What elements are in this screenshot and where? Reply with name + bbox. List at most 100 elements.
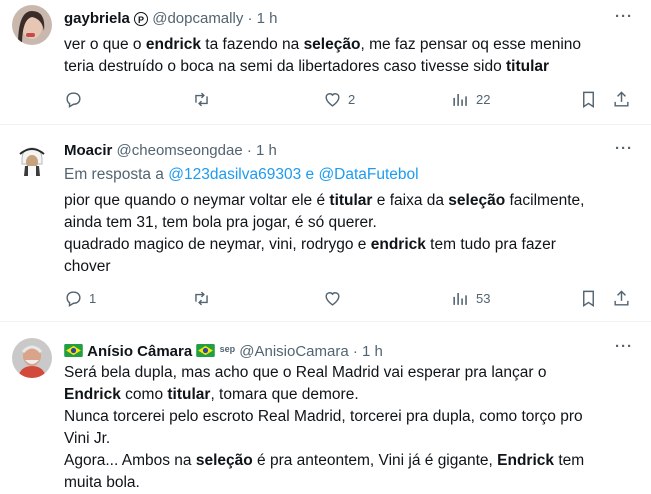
highlighted-keyword: Endrick — [497, 452, 555, 469]
avatar[interactable] — [12, 142, 52, 182]
bookmark-button[interactable] — [579, 289, 598, 308]
timestamp[interactable]: 1 h — [362, 343, 383, 360]
text-segment: muita bola. — [64, 474, 140, 491]
views-count: 22 — [476, 92, 491, 107]
reply-and: e — [301, 166, 319, 183]
tweet-actions: 2 22 — [64, 90, 634, 112]
text-segment: tem — [554, 452, 585, 469]
premium-badge-icon: P — [134, 12, 149, 26]
text-segment: teria destruído o boca na semi da libert… — [64, 58, 506, 75]
retweet-button[interactable] — [192, 90, 217, 109]
tweet-header: Moacir @cheomseongdae · 1 h — [64, 141, 277, 161]
tweet-text: ver o que o endrick ta fazendo na seleçã… — [64, 34, 634, 78]
text-segment: facilmente, — [505, 192, 585, 209]
highlighted-keyword: titular — [167, 386, 211, 403]
retweet-icon — [195, 92, 208, 107]
like-icon — [325, 292, 340, 306]
user-handle[interactable]: @AnisioCamara — [239, 343, 348, 360]
highlighted-keyword: titular — [506, 58, 550, 75]
tweet-text-line: ainda tem 31, tem bola pra jogar, é só q… — [64, 212, 634, 234]
more-icon[interactable]: ··· — [615, 140, 633, 157]
text-segment: ver o que o — [64, 36, 146, 53]
highlighted-keyword: seleção — [303, 36, 361, 53]
display-name[interactable]: Moacir — [64, 142, 112, 159]
mention-link[interactable]: @123dasilva69303 — [168, 166, 301, 183]
more-icon[interactable]: ··· — [615, 8, 633, 25]
text-segment: Agora... Ambos na — [64, 452, 196, 469]
tweet-text-line: Vini Jr. — [64, 428, 634, 450]
tweet-text-line: pior que quando o neymar voltar ele é ti… — [64, 190, 634, 212]
like-button[interactable] — [323, 289, 348, 308]
highlighted-keyword: Endrick — [64, 386, 121, 403]
tweet-text: Será bela dupla, mas acho que o Real Mad… — [64, 362, 634, 494]
text-segment: Vini Jr. — [64, 430, 111, 447]
text-segment: Nunca torcerei pelo escroto Real Madrid,… — [64, 408, 583, 425]
tweet-text-line: chover — [64, 256, 634, 278]
timestamp[interactable]: 1 h — [256, 142, 277, 159]
text-segment: é pra anteontem, Vini já é gigante, — [252, 452, 498, 469]
share-icon — [614, 290, 629, 306]
brazil-flag-icon — [64, 344, 83, 357]
tweet-text-line: teria destruído o boca na semi da libert… — [64, 56, 634, 78]
more-icon[interactable]: ··· — [615, 338, 633, 355]
tweet-header: Anísio Câmara sep @AnisioCamara · 1 h — [64, 339, 383, 362]
reply-button[interactable]: 1 — [64, 289, 96, 308]
mention-link[interactable]: @DataFutebol — [318, 166, 418, 183]
text-segment: , tomara que demore. — [210, 386, 359, 403]
retweet-button[interactable] — [192, 289, 217, 308]
text-segment: , me faz pensar oq esse menino — [360, 36, 582, 53]
tweet-actions: 1 53 — [64, 289, 634, 311]
views-count: 53 — [476, 291, 491, 306]
sep-badge: sep — [219, 344, 236, 354]
brazil-flag-icon — [196, 344, 216, 357]
tweet-header: gaybriela P @dopcamally · 1 h — [64, 9, 278, 29]
reply-context: Em resposta a @123dasilva69303 e @DataFu… — [64, 164, 634, 186]
views-button[interactable]: 22 — [451, 90, 490, 109]
text-segment: e faixa da — [372, 192, 449, 209]
tweet-2[interactable]: Moacir @cheomseongdae · 1 h ··· Em respo… — [0, 125, 651, 322]
user-handle[interactable]: @dopcamally — [152, 10, 243, 27]
highlighted-keyword: seleção — [195, 452, 253, 469]
tweet-text-line: Agora... Ambos na seleção é pra anteonte… — [64, 450, 634, 472]
retweet-icon — [195, 291, 208, 306]
timestamp[interactable]: 1 h — [257, 10, 278, 27]
tweet-text-line: Nunca torcerei pelo escroto Real Madrid,… — [64, 406, 634, 428]
user-handle[interactable]: @cheomseongdae — [117, 142, 243, 159]
tweet-text-line: Será bela dupla, mas acho que o Real Mad… — [64, 362, 634, 384]
like-count: 2 — [348, 92, 356, 107]
bookmark-button[interactable] — [579, 90, 598, 109]
like-button[interactable]: 2 — [323, 90, 355, 109]
separator-dot: · — [247, 10, 253, 27]
text-segment: chover — [64, 258, 111, 275]
tweet-text-line: muita bola. — [64, 472, 634, 494]
avatar[interactable] — [12, 5, 52, 45]
share-button[interactable] — [612, 289, 631, 308]
avatar[interactable] — [12, 338, 52, 378]
reply-button[interactable] — [64, 90, 89, 109]
tweet-text-line: ver o que o endrick ta fazendo na seleçã… — [64, 34, 634, 56]
text-segment: pior que quando o neymar voltar ele é — [64, 192, 330, 209]
bookmark-icon — [583, 91, 594, 108]
display-name[interactable]: Anísio Câmara — [87, 343, 192, 360]
tweet-text-line: quadrado magico de neymar, vini, rodrygo… — [64, 234, 634, 256]
views-button[interactable]: 53 — [451, 289, 490, 308]
tweet-text: Em resposta a @123dasilva69303 e @DataFu… — [64, 164, 634, 278]
highlighted-keyword: titular — [329, 192, 373, 209]
views-icon — [453, 292, 467, 305]
highlighted-keyword: endrick — [370, 236, 426, 253]
text-segment: quadrado magico de neymar, vini, rodrygo… — [64, 236, 371, 253]
share-button[interactable] — [612, 90, 631, 109]
highlighted-keyword: endrick — [145, 36, 201, 53]
tweet-3[interactable]: Anísio Câmara sep @AnisioCamara · 1 h ··… — [0, 322, 651, 494]
share-icon — [614, 91, 629, 107]
reply-prefix: Em resposta a — [64, 166, 169, 183]
tweet-1[interactable]: gaybriela P @dopcamally · 1 h ··· ver o … — [0, 0, 651, 125]
reply-count: 1 — [89, 291, 97, 306]
highlighted-keyword: seleção — [448, 192, 506, 209]
reply-icon — [66, 92, 81, 108]
like-icon — [325, 93, 340, 107]
separator-dot: · — [246, 142, 252, 159]
display-name[interactable]: gaybriela — [64, 10, 130, 27]
text-segment: ta fazendo na — [201, 36, 304, 53]
bookmark-icon — [583, 290, 594, 307]
